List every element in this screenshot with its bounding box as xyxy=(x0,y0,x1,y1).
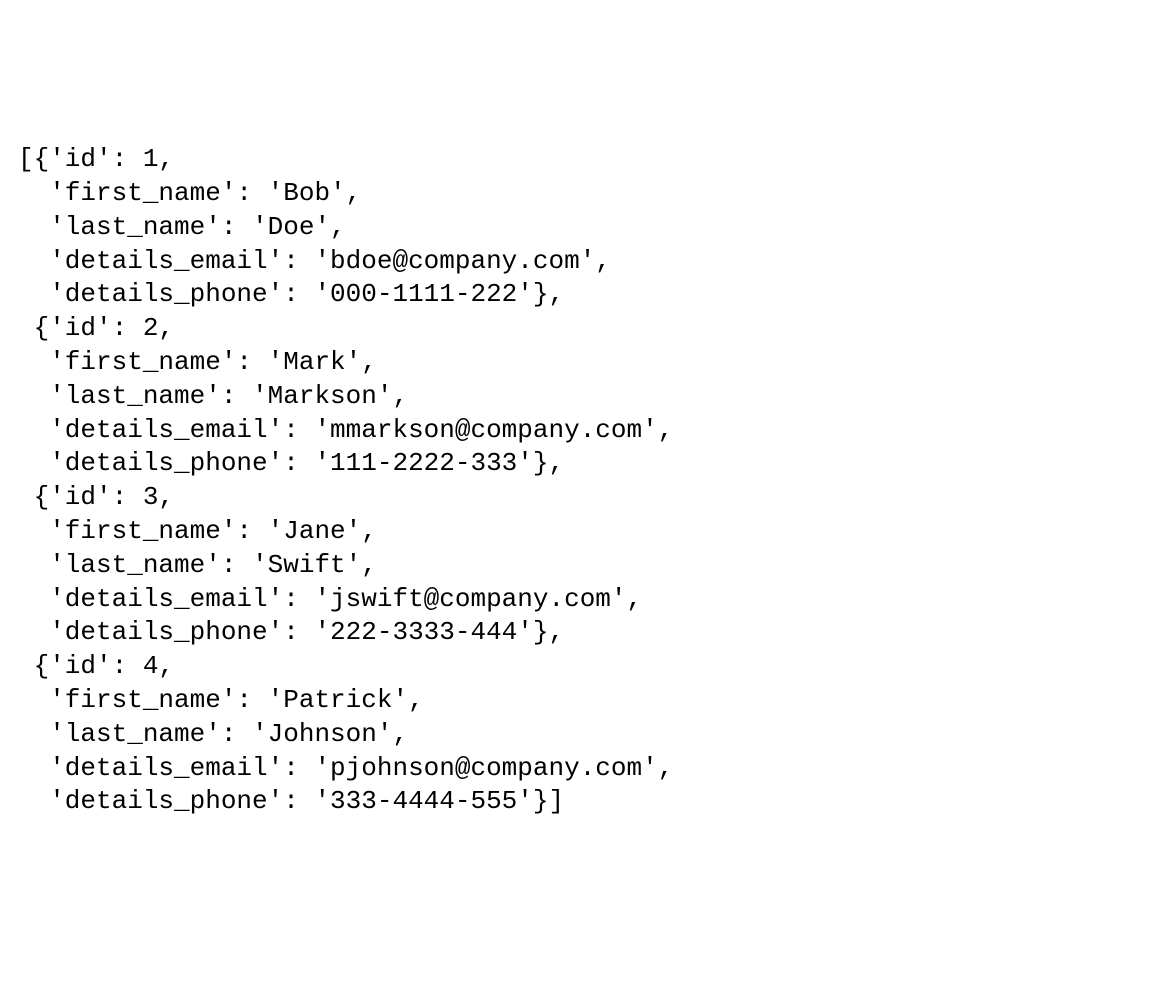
output-text: [{'id': 1, 'first_name': 'Bob', 'last_na… xyxy=(18,144,673,816)
python-pprint-output: [{'id': 1, 'first_name': 'Bob', 'last_na… xyxy=(18,143,1132,819)
